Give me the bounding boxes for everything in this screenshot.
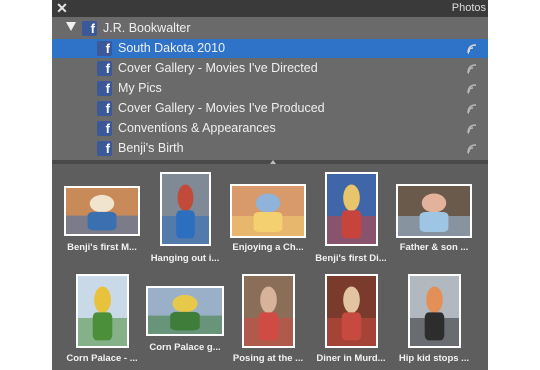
photo-image[interactable] (64, 186, 140, 236)
photo-image[interactable] (241, 274, 295, 348)
tree-root-account[interactable]: f J.R. Bookwalter (52, 19, 488, 38)
album-tree: f J.R. Bookwalter f South Dakota 2010 f … (52, 17, 488, 160)
album-label: My Pics (118, 81, 162, 95)
disclosure-triangle-icon[interactable] (66, 22, 76, 31)
photo-image[interactable] (407, 274, 461, 348)
photo-caption: Corn Palace - ... (66, 353, 138, 364)
album-row[interactable]: f South Dakota 2010 (52, 39, 488, 58)
wireless-signal-icon (467, 124, 477, 134)
facebook-icon: f (97, 41, 112, 56)
facebook-icon: f (82, 21, 97, 36)
photo-caption: Corn Palace g... (149, 342, 221, 353)
wireless-signal-icon (467, 104, 477, 114)
account-name: J.R. Bookwalter (103, 21, 191, 35)
photo-grid: Benji's first M... Hanging out i... Enjoyi… (52, 164, 488, 370)
album-row[interactable]: f Conventions & Appearances (52, 119, 488, 138)
photo-caption: Benji's first Di... (315, 253, 387, 264)
close-button[interactable]: ✕ (55, 0, 69, 17)
wireless-signal-icon (467, 64, 477, 74)
facebook-icon: f (97, 61, 112, 76)
photo-image[interactable] (396, 184, 472, 238)
photo-caption: Diner in Murd... (316, 353, 386, 364)
panel-title: Photos (451, 2, 486, 14)
wireless-signal-icon (467, 44, 477, 54)
photo-caption: Posing at the ... (232, 353, 304, 364)
photo-caption: Enjoying a Ch... (232, 242, 304, 253)
photo-image[interactable] (230, 184, 306, 238)
album-label: Cover Gallery - Movies I've Produced (118, 101, 325, 115)
facebook-icon: f (97, 101, 112, 116)
album-label: Benji's Birth (118, 141, 184, 155)
photo-image[interactable] (324, 274, 378, 348)
wireless-signal-icon (467, 144, 477, 154)
photo-caption: Hip kid stops ... (398, 353, 470, 364)
album-label: Conventions & Appearances (118, 121, 276, 135)
wireless-signal-icon (467, 84, 477, 94)
facebook-icon: f (97, 121, 112, 136)
photo-image[interactable] (146, 286, 224, 336)
album-row[interactable]: f My Pics (52, 79, 488, 98)
album-row[interactable]: f Cover Gallery - Movies I've Produced (52, 99, 488, 118)
facebook-icon: f (97, 81, 112, 96)
panel-title-bar: ✕ Photos (52, 0, 488, 17)
album-label: South Dakota 2010 (118, 41, 226, 55)
facebook-icon: f (97, 141, 112, 156)
photos-panel: ✕ Photos f J.R. Bookwalter f South Dakot… (52, 0, 488, 370)
photo-caption: Benji's first M... (67, 242, 137, 253)
album-label: Cover Gallery - Movies I've Directed (118, 61, 318, 75)
album-row[interactable]: f Cover Gallery - Movies I've Directed (52, 59, 488, 78)
photo-image[interactable] (75, 274, 129, 348)
photo-caption: Father & son ... (399, 242, 469, 253)
photo-caption: Hanging out i... (150, 253, 220, 264)
photo-image[interactable] (324, 172, 378, 246)
photo-image[interactable] (159, 172, 211, 246)
album-row[interactable]: f Benji's Birth (52, 139, 488, 158)
